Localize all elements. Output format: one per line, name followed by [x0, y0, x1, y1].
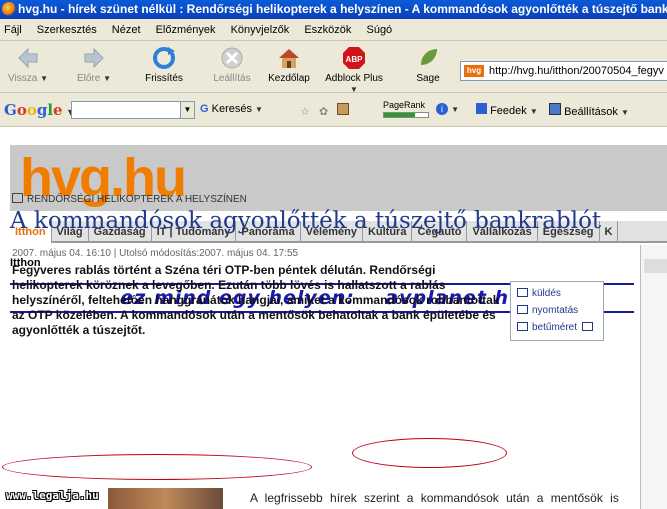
google-logo[interactable]: Google ▼: [4, 101, 74, 119]
send-link[interactable]: küldés: [517, 288, 561, 299]
sage-button[interactable]: Sage: [410, 45, 446, 84]
send-label: küldés: [532, 288, 561, 299]
annotation-oval: [352, 438, 507, 468]
settings-icon: [549, 103, 561, 115]
plus-icon: [517, 322, 528, 331]
window-titlebar: hvg.hu - hírek szünet nélkül : Rendőrség…: [0, 0, 667, 19]
pagerank-meter: PageRank: [383, 100, 431, 120]
back-button[interactable]: Vissza ▼: [8, 45, 48, 84]
article-tools: küldés nyomtatás betűméret: [510, 281, 604, 341]
site-favicon: hvg: [464, 65, 484, 77]
home-label: Kezdőlap: [268, 73, 310, 84]
adblock-label: Adblock Plus: [325, 73, 383, 84]
settings-label: Beállítások: [564, 106, 618, 118]
address-url: http://hvg.hu/itthon/20070504_fegyv: [489, 65, 664, 77]
menu-view[interactable]: Nézet: [112, 24, 141, 36]
info-button[interactable]: i ▼: [436, 103, 459, 115]
navigation-toolbar: Vissza ▼ Előre ▼ Frissítés Leállítás Kez…: [0, 41, 667, 95]
address-bar[interactable]: hvg http://hvg.hu/itthon/20070504_fegyv: [460, 61, 667, 81]
feeds-button[interactable]: Feedek ▼: [476, 103, 538, 117]
right-sidebar: [640, 245, 667, 509]
google-search-label: Keresés: [211, 103, 252, 115]
article-body-start: A legfrissebb hírek szerint a kommandóso…: [250, 491, 619, 505]
settings-button[interactable]: Beállítások ▼: [549, 103, 629, 118]
back-label: Vissza: [8, 73, 38, 84]
svg-text:ABP: ABP: [346, 55, 364, 64]
reload-button[interactable]: Frissítés: [143, 45, 185, 84]
google-toolbar: Google ▼ ▼ G Keresés ▼ ☆ ✿ PageRank i ▼ …: [0, 93, 667, 127]
menu-history[interactable]: Előzmények: [156, 24, 216, 36]
firefox-icon: [2, 2, 16, 16]
print-label: nyomtatás: [532, 305, 579, 316]
stop-button[interactable]: Leállítás: [210, 45, 254, 84]
google-search-input[interactable]: ▼: [71, 101, 195, 119]
article-kicker-text: RENDŐRSÉGI HELIKOPTEREK A HELYSZÍNEN: [27, 194, 247, 205]
annotation-oval: [2, 454, 312, 480]
sage-label: Sage: [416, 73, 440, 84]
home-button[interactable]: Kezdőlap: [266, 45, 312, 84]
envelope-icon: [517, 288, 528, 297]
feed-icon: [476, 103, 487, 114]
pagerank-bar: [383, 112, 429, 118]
google-g-icon: G: [200, 103, 209, 115]
portrait-icon[interactable]: [337, 103, 350, 115]
adblock-button[interactable]: ABP Adblock Plus ▼: [323, 45, 385, 95]
window-title: hvg.hu - hírek szünet nélkül : Rendőrség…: [18, 2, 667, 16]
article-kicker: RENDŐRSÉGI HELIKOPTEREK A HELYSZÍNEN: [12, 193, 247, 205]
google-search-button[interactable]: G Keresés ▼: [200, 103, 263, 115]
reload-label: Frissítés: [145, 73, 183, 84]
google-extra-buttons: ☆ ✿: [300, 103, 350, 118]
menu-bar: Fájl Szerkesztés Nézet Előzmények Könyvj…: [0, 19, 667, 41]
adblock-icon: ABP: [343, 47, 365, 69]
feeds-label: Feedek: [490, 105, 527, 117]
menu-file[interactable]: Fájl: [4, 24, 22, 36]
nav-more[interactable]: K: [600, 221, 619, 243]
article-dateline: 2007. május 04. 16:10 | Utolsó módosítás…: [12, 248, 299, 259]
menu-help[interactable]: Súgó: [366, 24, 392, 36]
forward-arrow-icon: [84, 47, 104, 69]
article-headline: A kommandósok agyonlőtték a túszejtő ban…: [10, 208, 602, 234]
sage-leaf-icon: [421, 49, 437, 65]
menu-bookmarks[interactable]: Könyvjelzők: [231, 24, 290, 36]
helicopter-icon: [12, 193, 23, 203]
info-icon: i: [436, 103, 448, 115]
article-image: [108, 488, 223, 509]
chevron-down-icon[interactable]: ▼: [180, 102, 194, 118]
home-icon: [279, 49, 299, 68]
print-link[interactable]: nyomtatás: [517, 305, 578, 316]
fontsize-link[interactable]: betűméret: [517, 322, 597, 333]
article-lead: Fegyveres rablás történt a Széna téri OT…: [12, 263, 500, 337]
menu-tools[interactable]: Eszközök: [304, 24, 351, 36]
menu-edit[interactable]: Szerkesztés: [37, 24, 97, 36]
star-icon[interactable]: ☆: [300, 106, 310, 118]
printer-icon: [517, 305, 528, 314]
forward-button[interactable]: Előre ▼: [74, 45, 114, 84]
reload-icon: [153, 47, 175, 69]
fontsize-label: betűméret: [532, 322, 578, 333]
minus-icon: [581, 322, 593, 331]
pagerank-label: PageRank: [383, 100, 426, 110]
stop-icon: [221, 47, 243, 69]
forward-label: Előre: [76, 73, 101, 84]
watermark: www.legalja.hu: [6, 489, 99, 502]
stop-label: Leállítás: [213, 73, 251, 84]
back-arrow-icon: [18, 47, 38, 69]
settings-cog-icon[interactable]: ✿: [319, 106, 328, 118]
